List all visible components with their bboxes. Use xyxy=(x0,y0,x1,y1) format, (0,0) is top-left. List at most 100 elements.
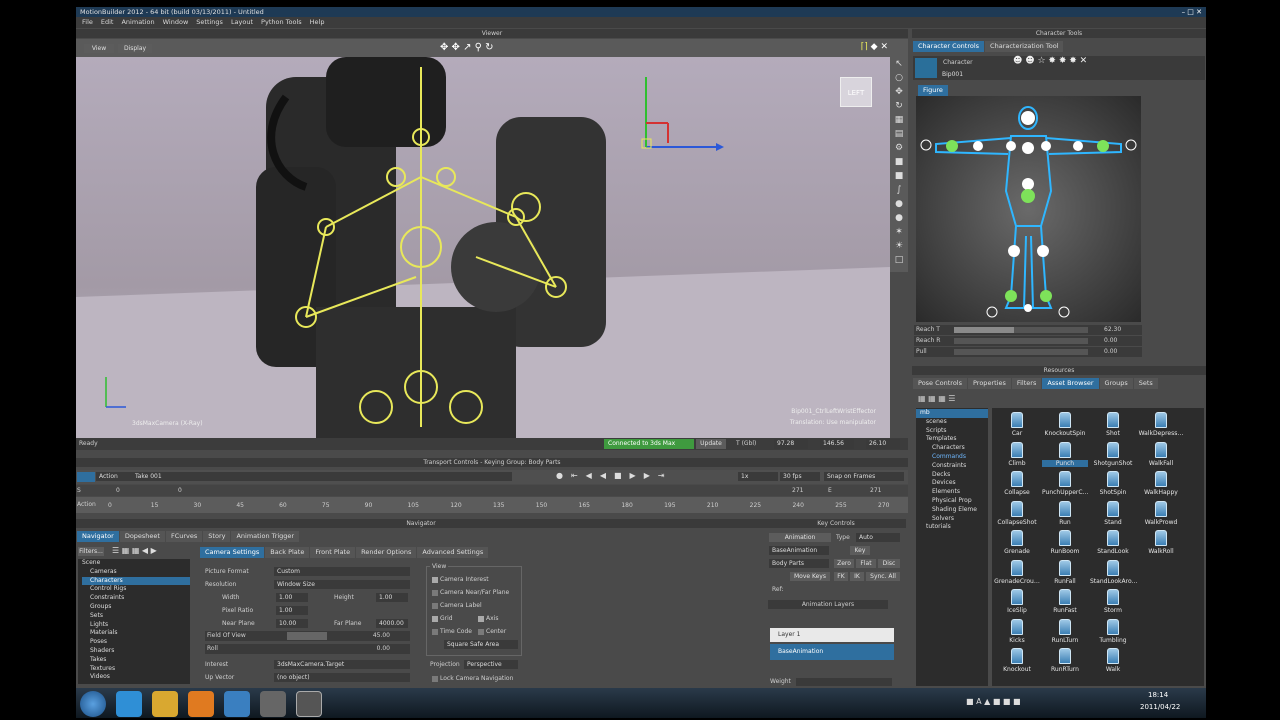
slider-track[interactable] xyxy=(954,349,1088,355)
scene-tree-item[interactable]: Constraints xyxy=(82,594,190,603)
tz-field[interactable]: 26.10 xyxy=(866,439,900,449)
character-select[interactable]: Bip001 xyxy=(939,70,1139,79)
scene-tree-item[interactable]: Shaders xyxy=(82,647,190,656)
asset-folder[interactable]: Elements xyxy=(916,488,988,497)
asset-item[interactable]: StandLook xyxy=(1090,530,1136,555)
nav-tab-3[interactable]: Story xyxy=(203,531,231,542)
speed-select[interactable]: 1x xyxy=(738,472,778,481)
scene-tree-item[interactable]: Videos xyxy=(82,673,190,682)
scene-tree-item[interactable]: Control Rigs xyxy=(82,585,190,594)
action-select[interactable]: Action xyxy=(96,472,132,481)
motionbuilder-icon[interactable] xyxy=(296,691,322,717)
res-tab-1[interactable]: Properties xyxy=(968,378,1011,389)
nav-tab-4[interactable]: Animation Trigger xyxy=(231,531,300,542)
asset-folder[interactable]: Characters xyxy=(916,444,988,453)
left-view-cube[interactable]: LEFT xyxy=(840,77,872,107)
asset-item[interactable]: WalkDepress… xyxy=(1138,412,1184,437)
asset-folder[interactable]: Constraints xyxy=(916,462,988,471)
slider-value[interactable]: 0.00 xyxy=(1104,336,1117,345)
cam-subtab-0[interactable]: Camera Settings xyxy=(200,547,265,558)
slider-value[interactable]: 62.30 xyxy=(1104,325,1121,334)
display-button[interactable]: Display xyxy=(118,44,152,53)
viewer-nav-icons[interactable]: ⌈⌉ ◆ ✕ xyxy=(861,42,888,52)
current-a[interactable]: 0 xyxy=(178,486,182,495)
asset-item[interactable]: Kicks xyxy=(994,618,1040,644)
asset-item[interactable]: RunRTurn xyxy=(1042,648,1088,673)
asset-item[interactable]: StandLookAro… xyxy=(1090,559,1138,585)
asset-item[interactable]: Storm xyxy=(1090,589,1136,614)
scene-tree-item[interactable]: Lights xyxy=(82,621,190,630)
check-camera-interest[interactable]: Camera Interest xyxy=(432,575,489,584)
animation-button[interactable]: Animation xyxy=(769,533,831,542)
start-button[interactable] xyxy=(80,691,106,717)
picture-format-select[interactable]: Custom xyxy=(274,567,410,576)
type-select[interactable]: Auto xyxy=(856,533,900,542)
asset-item[interactable]: RunFall xyxy=(1042,559,1088,585)
width-field[interactable]: 1.00 xyxy=(276,593,308,602)
ct-tab-0[interactable]: Character Controls xyxy=(913,41,985,52)
filters-button[interactable]: Filters... xyxy=(78,547,104,556)
menu-animation[interactable]: Animation xyxy=(121,18,154,26)
asset-folder[interactable]: Devices xyxy=(916,479,988,488)
asset-item[interactable]: RunLTurn xyxy=(1042,618,1088,644)
asset-item[interactable]: WalkRoll xyxy=(1138,530,1184,555)
asset-item[interactable]: Car xyxy=(994,412,1040,437)
asset-item[interactable]: Run xyxy=(1042,500,1088,526)
res-tab-4[interactable]: Groups xyxy=(1099,378,1133,389)
character-icon[interactable] xyxy=(915,58,937,78)
nav-tab-1[interactable]: Dopesheet xyxy=(119,531,165,542)
current-b[interactable]: 271 xyxy=(792,486,803,495)
res-tab-3[interactable]: Asset Browser xyxy=(1042,378,1099,389)
asset-item[interactable]: KnockoutSpin xyxy=(1042,412,1088,437)
roll-row[interactable]: Roll 0.00 xyxy=(205,644,410,654)
asset-item[interactable]: CollapseShot xyxy=(994,500,1040,526)
menu-help[interactable]: Help xyxy=(310,18,325,26)
viewer-side-toolbar[interactable]: ↖ ○ ✥ ↻ ▦ ▤ ⚙ ■ ■ ∫ ● ● ✶ ☀ □ xyxy=(890,57,908,272)
asset-item[interactable]: Walk xyxy=(1090,648,1136,673)
nav-tab-0[interactable]: Navigator xyxy=(77,531,119,542)
check-timecode[interactable]: Time Code xyxy=(432,627,472,636)
tray-icons[interactable]: ■ A ▲ ■ ■ ■ xyxy=(966,697,1021,706)
tx-field[interactable]: 97.28 xyxy=(774,439,808,449)
slider-track[interactable] xyxy=(954,338,1088,344)
ik-button[interactable]: IK xyxy=(850,572,864,581)
layer-1[interactable]: Layer 1 xyxy=(770,628,894,642)
asset-folder[interactable]: Solvers xyxy=(916,515,988,524)
far-plane-field[interactable]: 4000.00 xyxy=(376,619,408,628)
asset-item[interactable]: ShotSpin xyxy=(1090,471,1136,496)
check-camera-label[interactable]: Camera Label xyxy=(432,601,482,610)
asset-item[interactable]: RunFast xyxy=(1042,589,1088,614)
asset-folder[interactable]: Physical Prop xyxy=(916,497,988,506)
asset-item[interactable]: Knockout xyxy=(994,648,1040,673)
update-button[interactable]: Update xyxy=(696,439,726,449)
asset-item[interactable]: Shot xyxy=(1090,412,1136,437)
asset-item[interactable]: Tumbling xyxy=(1090,618,1136,644)
asset-toolbar[interactable]: ▦ ▦ ▦ ☰ xyxy=(918,394,955,403)
key-button[interactable]: Key xyxy=(850,546,870,555)
check-axis[interactable]: Axis xyxy=(478,614,498,623)
projection-select[interactable]: Perspective xyxy=(464,660,518,669)
keying-filter-select[interactable]: Body Parts xyxy=(769,559,829,568)
asset-item[interactable]: Grenade xyxy=(994,530,1040,555)
asset-folder[interactable]: Scripts xyxy=(916,427,988,436)
app-icon-1[interactable] xyxy=(224,691,250,717)
character-tool-icons[interactable]: ☻ ☻ ☆ ✸ ✸ ✸ ✕ xyxy=(1013,56,1087,66)
cam-subtab-2[interactable]: Front Plate xyxy=(310,547,356,558)
scene-tree-item[interactable]: Materials xyxy=(82,629,190,638)
weight-slider[interactable] xyxy=(796,678,892,686)
window-controls[interactable]: – □ ✕ xyxy=(1182,7,1202,17)
fk-button[interactable]: FK xyxy=(834,572,848,581)
playback-buttons[interactable]: ●⇤◀◀■▶▶⇥ xyxy=(556,471,673,480)
zero-button[interactable]: Zero xyxy=(834,559,854,568)
check-lock-camera[interactable]: Lock Camera Navigation xyxy=(432,674,513,683)
res-tab-5[interactable]: Sets xyxy=(1133,378,1158,389)
sync-all-button[interactable]: Sync. All xyxy=(866,572,900,581)
asset-folder[interactable]: Decks xyxy=(916,471,988,480)
figure-view[interactable] xyxy=(916,96,1141,322)
asset-item[interactable]: GrenadeCrou… xyxy=(994,559,1040,585)
asset-folder[interactable]: Shading Eleme xyxy=(916,506,988,515)
cam-subtab-4[interactable]: Advanced Settings xyxy=(417,547,489,558)
height-field[interactable]: 1.00 xyxy=(376,593,408,602)
check-near-far[interactable]: Camera Near/Far Plane xyxy=(432,588,509,597)
scene-tree-item[interactable]: Scene xyxy=(82,559,190,568)
